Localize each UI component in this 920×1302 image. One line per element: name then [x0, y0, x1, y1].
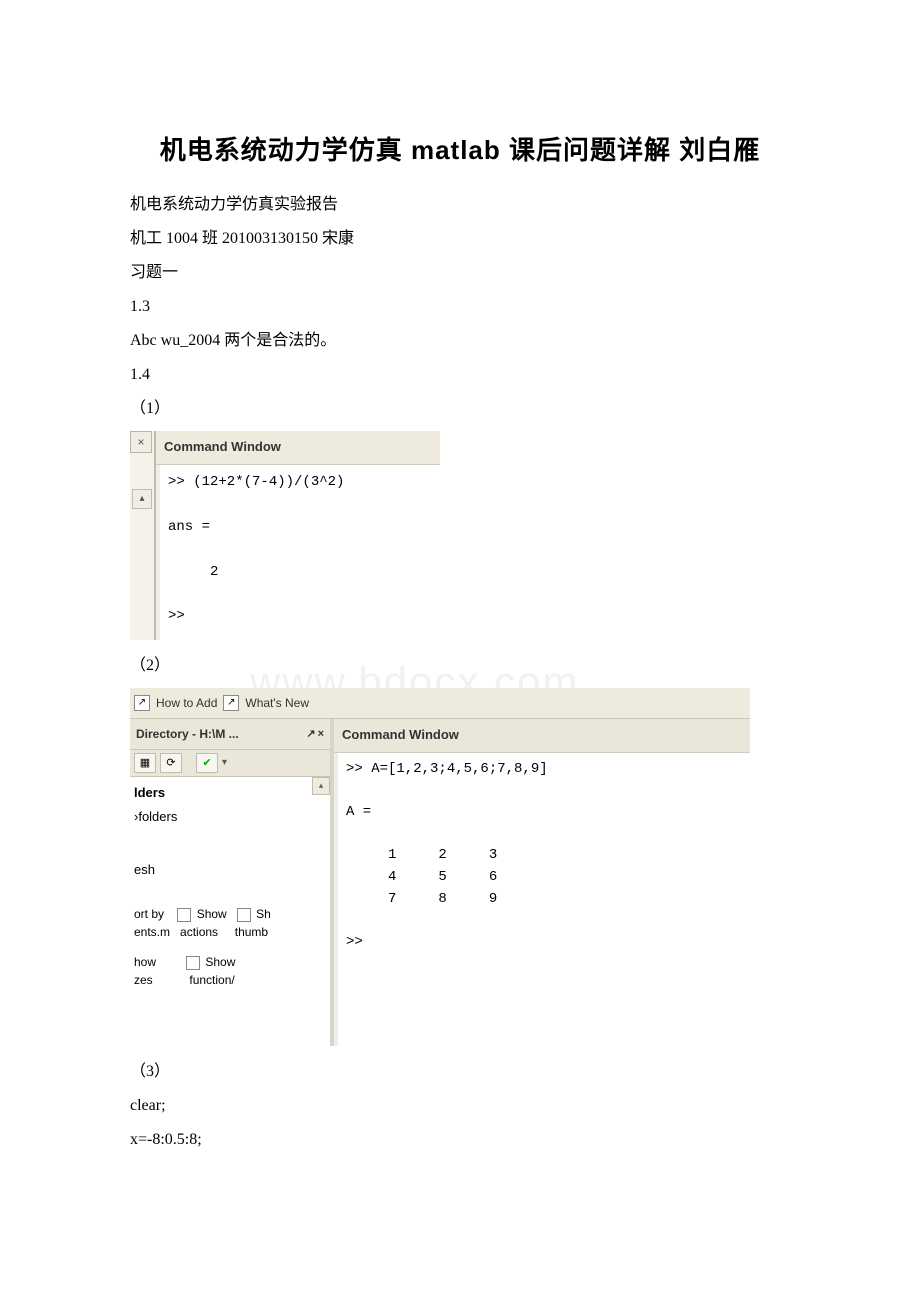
line-sub-1: （1）	[130, 393, 790, 425]
dropdown-arrow-icon[interactable]: ▾	[222, 753, 227, 773]
pin-icon[interactable]: ↗	[306, 723, 315, 745]
folder-row[interactable]: lders	[132, 781, 328, 806]
line-abc: Abc wu_2004 两个是合法的。	[130, 325, 790, 357]
folder-row[interactable]: ›folders	[132, 805, 328, 830]
scroll-up-icon[interactable]: ▴	[132, 489, 152, 509]
line-1-3: 1.3	[130, 291, 790, 323]
shortcut-icon: ↗	[223, 695, 239, 711]
page-title: 机电系统动力学仿真 matlab 课后问题详解 刘白雁	[130, 130, 790, 167]
directory-title-bar: Directory - H:\M ... ↗ ×	[130, 719, 330, 750]
line-report: 机电系统动力学仿真实验报告	[130, 189, 790, 221]
directory-toolbar: ▦ ⟳ ✔ ▾	[130, 750, 330, 777]
checkbox[interactable]	[177, 908, 191, 922]
command-window-output[interactable]: >> A=[1,2,3;4,5,6;7,8,9] A = 1 2 3 4 5 6…	[334, 753, 750, 1046]
close-icon[interactable]: ×	[318, 723, 324, 745]
top-toolbar: ↗ How to Add ↗ What's New	[130, 688, 750, 719]
option-row: ents.m actions thumb	[132, 923, 328, 941]
line-exercise-set: 习题一	[130, 257, 790, 289]
directory-title-text: Directory - H:\M ...	[136, 722, 239, 746]
refresh-icon[interactable]: ⟳	[160, 753, 182, 773]
shortcut-icon: ↗	[134, 695, 150, 711]
line-1-4: 1.4	[130, 359, 790, 391]
option-row: zes function/	[132, 971, 328, 989]
line-sub-2: （2）	[130, 650, 790, 682]
option-row: how Show	[132, 953, 328, 971]
matlab-screenshot-2: ↗ How to Add ↗ What's New Directory - H:…	[130, 688, 750, 1046]
command-window-output[interactable]: >> (12+2*(7-4))/(3^2) ans = 2 >>	[156, 465, 440, 640]
whats-new-label[interactable]: What's New	[245, 691, 309, 715]
command-window-title: Command Window	[156, 431, 440, 465]
close-icon[interactable]: ×	[130, 431, 152, 453]
directory-panel: Directory - H:\M ... ↗ × ▦ ⟳ ✔ ▾	[130, 719, 334, 1046]
option-row: ort by Show Sh	[132, 905, 328, 923]
command-window-title: Command Window	[334, 719, 750, 753]
matlab-screenshot-1: × ▴ Command Window >> (12+2*(7-4))/(3^2)…	[130, 431, 440, 640]
line-sub-3: （3）	[130, 1056, 790, 1088]
folder-row[interactable]: esh	[132, 858, 328, 883]
scroll-up-icon[interactable]: ▴	[312, 777, 330, 795]
line-clear: clear;	[130, 1090, 790, 1122]
checkbox[interactable]	[237, 908, 251, 922]
line-x-range: x=-8:0.5:8;	[130, 1124, 790, 1156]
check-icon[interactable]: ✔	[196, 753, 218, 773]
how-to-add-label[interactable]: How to Add	[156, 691, 217, 715]
folder-icon[interactable]: ▦	[134, 753, 156, 773]
checkbox[interactable]	[186, 956, 200, 970]
directory-listing[interactable]: ▴ lders ›folders esh ort by Show Sh	[130, 777, 330, 1045]
body-text: 机电系统动力学仿真实验报告 机工 1004 班 201003130150 宋康 …	[130, 189, 790, 1156]
line-class: 机工 1004 班 201003130150 宋康	[130, 223, 790, 255]
